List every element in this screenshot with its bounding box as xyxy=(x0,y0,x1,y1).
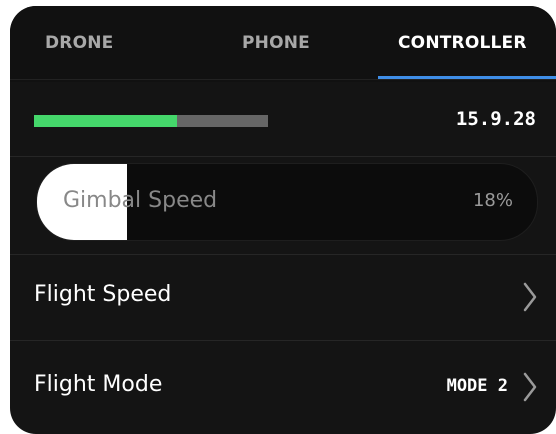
flight-speed-row[interactable]: Flight Speed xyxy=(10,254,556,340)
flight-mode-label: Flight Mode xyxy=(34,372,163,397)
controller-settings-panel: DRONE PHONE CONTROLLER 15.9.28 Gimbal Sp… xyxy=(10,6,556,434)
firmware-version: 15.9.28 xyxy=(455,108,536,130)
tab-phone[interactable]: PHONE xyxy=(242,28,332,58)
tab-bar: DRONE PHONE CONTROLLER xyxy=(10,6,556,82)
tab-drone[interactable]: DRONE xyxy=(45,28,165,58)
gimbal-speed-label: Gimbal Speed xyxy=(63,188,218,213)
chevron-right-icon xyxy=(523,372,537,402)
gimbal-speed-slider[interactable]: Gimbal Speed 18% xyxy=(36,163,538,241)
firmware-row: 15.9.28 xyxy=(10,80,556,156)
divider xyxy=(10,340,556,341)
gimbal-speed-value: 18% xyxy=(472,190,513,211)
flight-mode-value: MODE 2 xyxy=(446,376,508,396)
divider xyxy=(10,156,556,157)
firmware-progress-bar xyxy=(34,115,268,127)
tab-controller[interactable]: CONTROLLER xyxy=(398,28,550,58)
flight-speed-label: Flight Speed xyxy=(34,282,172,307)
chevron-right-icon xyxy=(523,282,537,312)
firmware-progress-fill xyxy=(34,115,177,127)
flight-mode-row[interactable]: Flight Mode MODE 2 xyxy=(10,344,556,430)
